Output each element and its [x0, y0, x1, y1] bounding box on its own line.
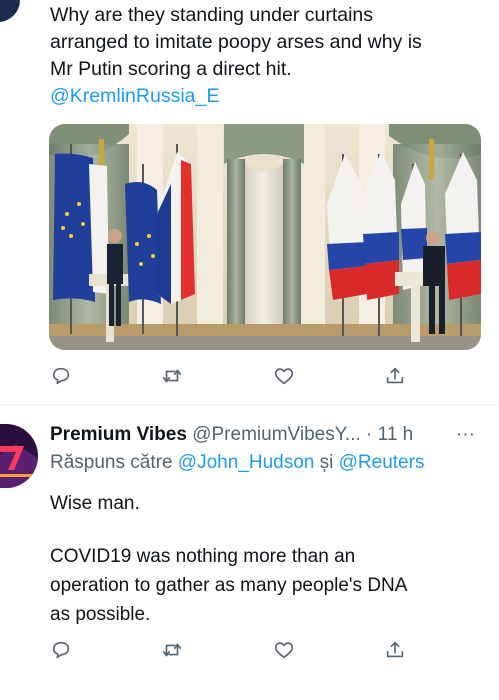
timestamp[interactable]: 11 h	[378, 424, 414, 445]
tweet-text-line: operation to gather as many people's DNA	[50, 575, 408, 596]
replying-to-joiner: și	[319, 452, 334, 473]
like-icon	[274, 368, 294, 385]
retweet-icon	[162, 369, 182, 383]
mention-link[interactable]: @Reuters	[339, 452, 425, 473]
like-button[interactable]	[272, 638, 296, 662]
avatar-image	[0, 424, 38, 488]
separator: ·	[366, 424, 373, 445]
like-icon	[274, 642, 294, 659]
share-icon	[386, 367, 404, 384]
user-handle[interactable]: @PremiumVibesY...	[192, 424, 361, 445]
tweet-text-line: as possible.	[50, 604, 151, 625]
tweet-photo[interactable]	[49, 124, 481, 350]
retweet-icon	[162, 643, 182, 657]
retweet-button[interactable]	[160, 638, 184, 662]
tweet-actions	[0, 364, 499, 388]
replying-to: Răspuns către @John_Hudson și @Reuters	[50, 450, 424, 476]
like-button[interactable]	[272, 364, 296, 388]
reply-icon	[52, 367, 70, 385]
reply-button[interactable]	[49, 638, 73, 662]
divider	[0, 404, 499, 405]
replying-to-label: Răspuns către	[50, 452, 173, 473]
mention-link[interactable]: @John_Hudson	[178, 452, 315, 473]
share-button[interactable]	[383, 364, 407, 388]
avatar[interactable]	[0, 0, 20, 22]
mention-link[interactable]: @KremlinRussia_E	[50, 83, 422, 110]
avatar[interactable]	[0, 424, 38, 488]
press-conference-photo	[49, 124, 481, 350]
reply-header: Premium Vibes @PremiumVibesY... · 11 h	[50, 422, 413, 448]
reply-icon	[52, 641, 70, 659]
share-button[interactable]	[383, 638, 407, 662]
tweet-text-line: Wise man.	[50, 493, 140, 514]
tweet-text-line: Mr Putin scoring a direct hit.	[50, 58, 292, 80]
tweet-actions	[0, 638, 499, 662]
tweet-text: Why are they standing under curtains arr…	[50, 2, 422, 110]
tweet-text-line: Why are they standing under curtains	[50, 4, 374, 26]
tweet-text-line: COVID19 was nothing more than an	[50, 546, 356, 567]
tweet-text-line: arranged to imitate poopy arses and why …	[50, 31, 422, 53]
reply-button[interactable]	[49, 364, 73, 388]
share-icon	[386, 641, 404, 658]
retweet-button[interactable]	[160, 364, 184, 388]
more-options-icon[interactable]: ···	[456, 422, 475, 448]
display-name[interactable]: Premium Vibes	[50, 424, 187, 445]
